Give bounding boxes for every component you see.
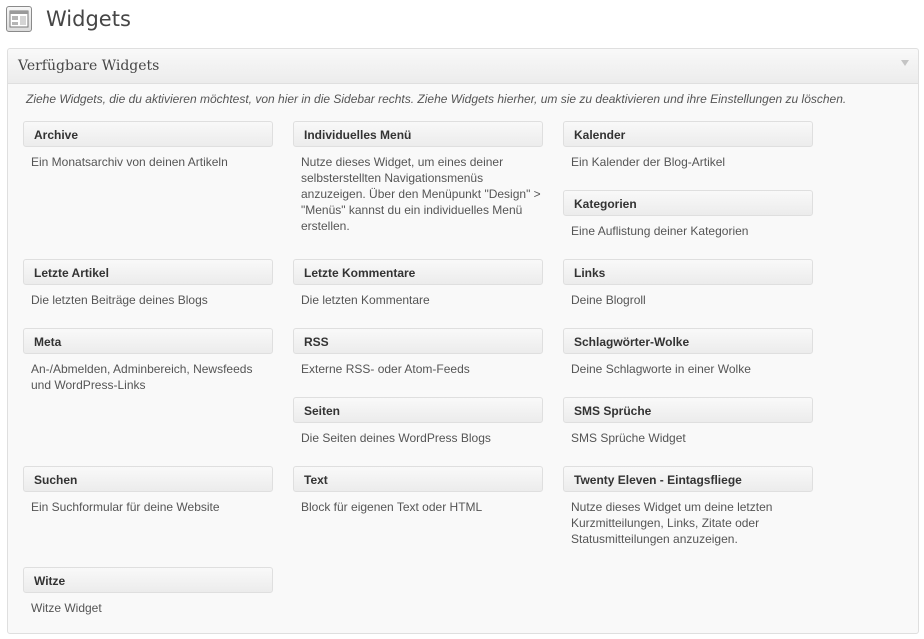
widget-title-bar[interactable]: Meta	[23, 328, 273, 354]
widget-title-bar[interactable]: RSS	[293, 328, 543, 354]
widget-suchen[interactable]: Suchen Ein Suchformular für deine Websit…	[23, 466, 273, 515]
widget-description: Eine Auflistung deiner Kategorien	[571, 224, 749, 238]
widget-name: RSS	[304, 335, 329, 349]
widget-seiten[interactable]: Seiten Die Seiten deines WordPress Blogs	[293, 397, 543, 446]
page-header: Widgets	[0, 0, 924, 40]
widget-description: Die Seiten deines WordPress Blogs	[301, 431, 491, 445]
widget-title-bar[interactable]: Letzte Artikel	[23, 259, 273, 285]
widget-description: Ein Monatsarchiv von deinen Artikeln	[31, 155, 228, 169]
widget-title-bar[interactable]: Twenty Eleven - Eintagsfliege	[563, 466, 813, 492]
widget-twenty-eleven-eintagsfliege[interactable]: Twenty Eleven - Eintagsfliege Nutze dies…	[563, 466, 813, 547]
widget-title-bar[interactable]: Schlagwörter-Wolke	[563, 328, 813, 354]
widget-title-bar[interactable]: Individuelles Menü	[293, 121, 543, 147]
available-widgets-panel: Verfügbare Widgets Ziehe Widgets, die du…	[7, 48, 919, 634]
widget-description: Nutze dieses Widget um deine letzten Kur…	[571, 500, 773, 546]
widget-name: Individuelles Menü	[304, 128, 412, 142]
widget-witze[interactable]: Witze Witze Widget	[23, 567, 273, 616]
widget-description: Ein Kalender der Blog-Artikel	[571, 155, 726, 169]
widget-name: Seiten	[304, 404, 341, 418]
widget-description: Block für eigenen Text oder HTML	[301, 500, 483, 514]
widget-name: Kalender	[574, 128, 626, 142]
widget-title-bar[interactable]: Links	[563, 259, 813, 285]
page-title: Widgets	[46, 7, 131, 31]
panel-title: Verfügbare Widgets	[18, 58, 160, 74]
widget-name: SMS Sprüche	[574, 404, 652, 418]
widget-title-bar[interactable]: Letzte Kommentare	[293, 259, 543, 285]
panel-header[interactable]: Verfügbare Widgets	[8, 49, 918, 84]
widget-name: Kategorien	[574, 197, 637, 211]
widget-description: Deine Schlagworte in einer Wolke	[571, 362, 751, 376]
widget-description: Ein Suchformular für deine Website	[31, 500, 220, 514]
widget-text[interactable]: Text Block für eigenen Text oder HTML	[293, 466, 543, 515]
widget-letzte-artikel[interactable]: Letzte Artikel Die letzten Beiträge dein…	[23, 259, 273, 308]
widget-name: Text	[304, 473, 328, 487]
widget-name: Letzte Kommentare	[304, 266, 416, 280]
widget-name: Witze	[34, 574, 66, 588]
widgets-screen-icon	[6, 6, 32, 32]
widget-name: Links	[574, 266, 606, 280]
widget-title-bar[interactable]: Kategorien	[563, 190, 813, 216]
widget-archive[interactable]: Archive Ein Monatsarchiv von deinen Arti…	[23, 121, 273, 170]
widget-description: Deine Blogroll	[571, 293, 646, 307]
widget-meta[interactable]: Meta An-/Abmelden, Adminbereich, Newsfee…	[23, 328, 273, 393]
widget-description: Nutze dieses Widget, um eines deiner sel…	[301, 155, 541, 233]
widget-description: Externe RSS- oder Atom-Feeds	[301, 362, 470, 376]
widget-title-bar[interactable]: Kalender	[563, 121, 813, 147]
widget-title-bar[interactable]: SMS Sprüche	[563, 397, 813, 423]
widget-name: Schlagwörter-Wolke	[574, 335, 690, 349]
widget-description: An-/Abmelden, Adminbereich, Newsfeeds un…	[31, 362, 253, 392]
widget-title-bar[interactable]: Text	[293, 466, 543, 492]
widget-description: Die letzten Beiträge deines Blogs	[31, 293, 208, 307]
widget-schlagwoerter-wolke[interactable]: Schlagwörter-Wolke Deine Schlagworte in …	[563, 328, 813, 377]
widget-name: Suchen	[34, 473, 78, 487]
widget-description: Die letzten Kommentare	[301, 293, 430, 307]
widget-name: Meta	[34, 335, 62, 349]
widget-sms-sprueche[interactable]: SMS Sprüche SMS Sprüche Widget	[563, 397, 813, 446]
widget-title-bar[interactable]: Seiten	[293, 397, 543, 423]
widget-description: Witze Widget	[31, 601, 102, 615]
widget-title-bar[interactable]: Witze	[23, 567, 273, 593]
widget-links[interactable]: Links Deine Blogroll	[563, 259, 813, 308]
widget-description: SMS Sprüche Widget	[571, 431, 686, 445]
widget-kategorien[interactable]: Kategorien Eine Auflistung deiner Katego…	[563, 190, 813, 239]
widget-individuelles-menue[interactable]: Individuelles Menü Nutze dieses Widget, …	[293, 121, 543, 234]
widget-rss[interactable]: RSS Externe RSS- oder Atom-Feeds	[293, 328, 543, 377]
collapse-arrow-icon[interactable]	[901, 60, 909, 66]
widget-title-bar[interactable]: Suchen	[23, 466, 273, 492]
widget-name: Letzte Artikel	[34, 266, 109, 280]
widget-letzte-kommentare[interactable]: Letzte Kommentare Die letzten Kommentare	[293, 259, 543, 308]
widget-name: Twenty Eleven - Eintagsfliege	[574, 473, 742, 487]
widget-name: Archive	[34, 128, 79, 142]
panel-description: Ziehe Widgets, die du aktivieren möchtes…	[26, 92, 847, 106]
widget-title-bar[interactable]: Archive	[23, 121, 273, 147]
widget-kalender[interactable]: Kalender Ein Kalender der Blog-Artikel	[563, 121, 813, 170]
